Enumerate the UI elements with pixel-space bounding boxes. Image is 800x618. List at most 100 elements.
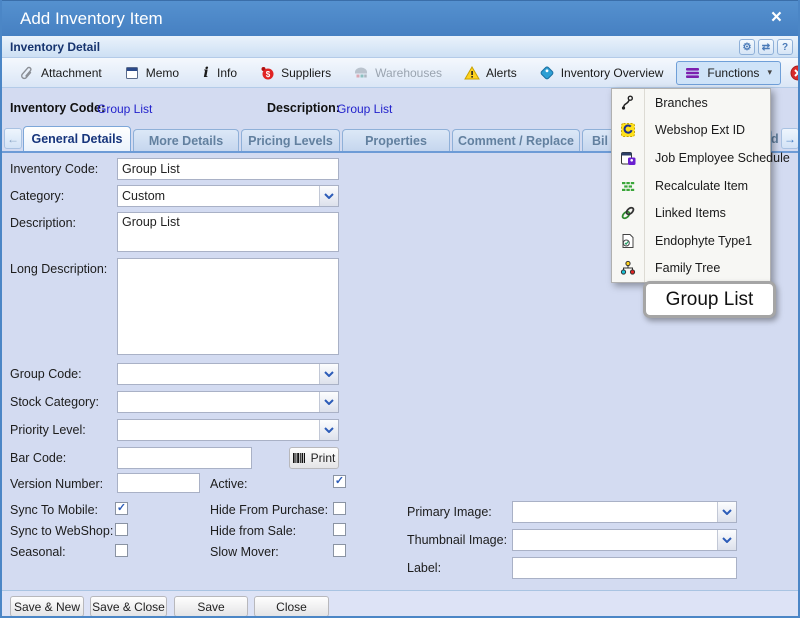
menu-item-endophyte-type1[interactable]: Endophyte Type1 [612,227,770,255]
hide-from-sale-label: Hide from Sale: [210,524,296,538]
primary-image-dropdown-icon[interactable] [717,502,736,522]
tab-general-details[interactable]: General Details [23,126,131,151]
menu-item-label: Linked Items [644,206,726,220]
stock-category-value [118,392,319,412]
functions-label: Functions [707,66,759,80]
inventory-overview-button[interactable]: Inventory Overview [530,61,673,85]
group-code-select[interactable] [117,363,339,385]
group-code-label: Group Code: [10,367,82,381]
group-code-dropdown-icon[interactable] [319,364,338,384]
info-label: Info [217,66,237,80]
primary-image-label: Primary Image: [407,505,492,519]
functions-button[interactable]: Functions ▾ [676,61,781,85]
recalculate-item-icon [612,178,644,194]
bar-code-label: Bar Code: [10,451,66,465]
menu-item-job-employee-schedule[interactable]: Job Employee Schedule [612,144,770,172]
group-code-value [118,364,319,384]
active-checkbox[interactable] [333,475,346,488]
inventory-overview-label: Inventory Overview [561,66,664,80]
warning-triangle-icon [464,65,480,81]
thumbnail-image-dropdown-icon[interactable] [717,530,736,550]
save-and-close-button[interactable]: Save & Close [90,596,167,617]
menu-item-label: Job Employee Schedule [644,151,790,165]
menu-item-label: Recalculate Item [644,179,748,193]
inventory-code-input[interactable] [117,158,339,180]
webshop-ext-id-icon [612,122,644,138]
inventory-code-label: Inventory Code: [10,162,98,176]
menu-item-recalculate-item[interactable]: Recalculate Item [612,172,770,200]
toolbar: Attachment Memo i Info $ Suppliers Wareh… [2,58,798,88]
category-value: Custom [118,186,319,206]
section-title: Inventory Detail [10,40,100,54]
version-number-input[interactable] [117,473,200,493]
group-list-tooltip: Group List [643,281,776,318]
help-icon[interactable]: ? [777,39,793,55]
close-button[interactable]: Close [781,61,800,85]
long-description-input[interactable] [117,258,339,355]
menu-item-linked-items[interactable]: Linked Items [612,199,770,227]
close-footer-button[interactable]: Close [254,596,329,617]
alerts-button[interactable]: Alerts [455,61,526,85]
header-mini-buttons: ⚙ ⇄ ? [739,39,793,55]
hide-from-sale-checkbox[interactable] [333,523,346,536]
attachment-button[interactable]: Attachment [10,61,111,85]
alerts-label: Alerts [486,66,517,80]
print-button[interactable]: Print [289,447,339,469]
tab-scroll-left-icon[interactable]: ← [4,128,22,149]
family-tree-icon [612,260,644,276]
warehouses-button: Warehouses [344,61,451,85]
menu-item-webshop-ext-id[interactable]: Webshop Ext ID [612,117,770,145]
label-field-label: Label: [407,561,441,575]
tab-more-details[interactable]: More Details [133,129,239,151]
attachment-label: Attachment [41,66,102,80]
tab-comment-replace[interactable]: Comment / Replace [452,129,580,151]
hide-from-purchase-label: Hide From Purchase: [210,503,328,517]
warehouses-label: Warehouses [375,66,442,80]
primary-image-value [513,502,717,522]
save-button[interactable]: Save [174,596,248,617]
category-dropdown-icon[interactable] [319,186,338,206]
bar-code-input[interactable] [117,447,252,469]
thumbnail-image-select[interactable] [512,529,737,551]
add-inventory-item-dialog: Add Inventory Item × Inventory Detail ⚙ … [0,0,800,618]
tab-properties[interactable]: Properties [342,129,450,151]
suppliers-button[interactable]: $ Suppliers [250,61,340,85]
hide-from-purchase-checkbox[interactable] [333,502,346,515]
stock-category-dropdown-icon[interactable] [319,392,338,412]
menu-item-label: Branches [644,96,708,110]
menu-item-branches[interactable]: Branches [612,89,770,117]
seasonal-checkbox[interactable] [115,544,128,557]
paperclip-icon [19,65,35,81]
sync-to-webshop-checkbox[interactable] [115,523,128,536]
label-input[interactable] [512,557,737,579]
thumbnail-image-label: Thumbnail Image: [407,533,507,547]
description-header-label: Description: [267,101,340,115]
warehouse-icon [353,65,369,81]
stock-category-label: Stock Category: [10,395,99,409]
tab-pricing-levels[interactable]: Pricing Levels [241,129,340,151]
slow-mover-checkbox[interactable] [333,544,346,557]
info-button[interactable]: i Info [192,61,246,85]
category-select[interactable]: Custom [117,185,339,207]
priority-level-select[interactable] [117,419,339,441]
window-close-icon[interactable]: × [771,8,782,28]
memo-label: Memo [146,66,179,80]
priority-level-dropdown-icon[interactable] [319,420,338,440]
primary-image-select[interactable] [512,501,737,523]
stock-category-select[interactable] [117,391,339,413]
suppliers-icon: $ [259,65,275,81]
branches-icon [612,95,644,111]
save-and-new-button[interactable]: Save & New [10,596,84,617]
menu-item-label: Endophyte Type1 [644,234,752,248]
window-title: Add Inventory Item [20,9,163,29]
suppliers-label: Suppliers [281,66,331,80]
sync-to-mobile-checkbox[interactable] [115,502,128,515]
description-input[interactable]: Group List [117,212,339,252]
settings-gear-icon[interactable]: ⚙ [739,39,755,55]
refresh-icon[interactable]: ⇄ [758,39,774,55]
sync-to-webshop-label: Sync to WebShop: [10,524,113,538]
menu-item-family-tree[interactable]: Family Tree [612,254,770,282]
menu-item-label: Webshop Ext ID [644,123,745,137]
memo-button[interactable]: Memo [115,61,188,85]
tab-scroll-right-icon[interactable]: → [781,128,799,149]
